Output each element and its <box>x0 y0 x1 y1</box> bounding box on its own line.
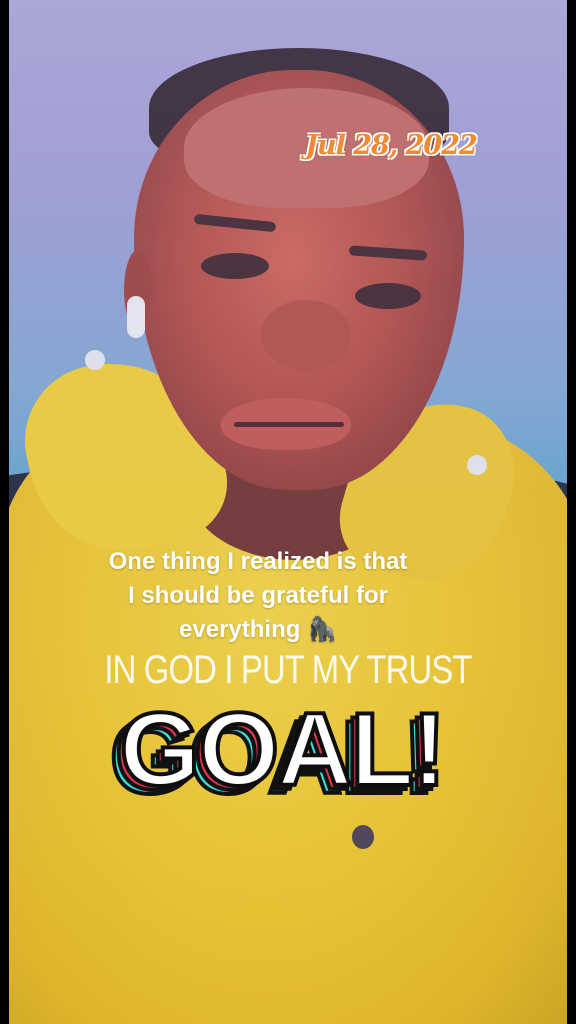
letterbox-right <box>567 0 576 1024</box>
caption-line-2: I should be grateful for <box>127 582 388 609</box>
headline-text: IN GOD I PUT MY TRUST <box>104 648 472 692</box>
caption-line-3: everything 🦍 <box>179 616 337 643</box>
caption-text: One thing I realized is that I should be… <box>40 545 476 647</box>
caption-line-1: One thing I realized is that <box>108 548 408 575</box>
goal-text: GOAL! <box>117 690 448 810</box>
goal-sticker: GOAL! GOAL! GOAL! <box>62 690 502 818</box>
letterbox-left <box>0 0 9 1024</box>
date-sticker: Jul 28, 2022 <box>305 130 478 161</box>
